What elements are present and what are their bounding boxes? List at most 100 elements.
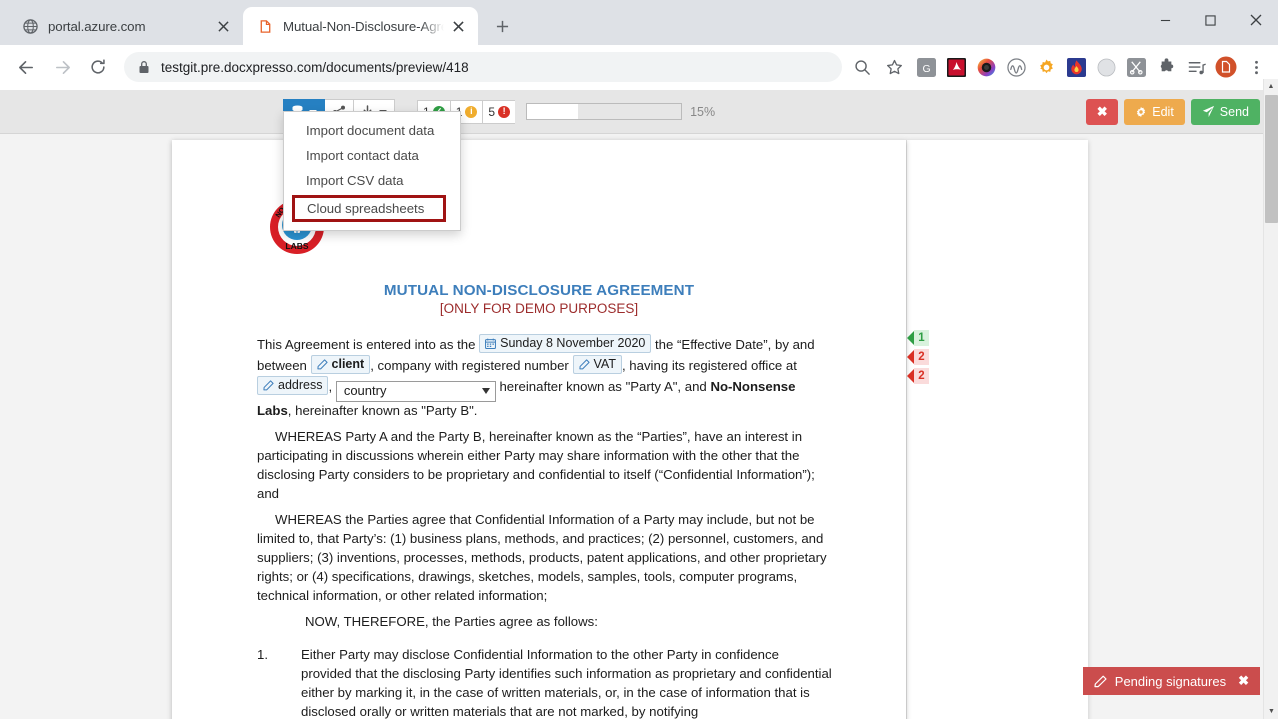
minimize-button[interactable] <box>1143 0 1188 40</box>
tab-title: Mutual-Non-Disclosure-Agreeme <box>283 18 444 34</box>
arrow-left-icon <box>907 369 914 383</box>
toolbar-right-group: ✖ Edit Send <box>1086 98 1260 125</box>
margin-annotations-pane <box>906 140 1088 719</box>
browser-window: portal.azure.com Mutual-Non-Disclosure-A… <box>0 0 1278 719</box>
clause-text: Either Party may disclose Confidential I… <box>301 647 832 719</box>
annotation-marker[interactable]: 2 <box>907 349 929 365</box>
intro-text-4: , having its registered office at <box>621 357 797 373</box>
omnibox-actions <box>848 53 908 81</box>
browser-toolbar: testgit.pre.docxpresso.com/documents/pre… <box>0 45 1278 90</box>
menu-item-import-csv-data[interactable]: Import CSV data <box>284 168 460 193</box>
forward-button[interactable] <box>44 49 80 85</box>
scrollbar-thumb[interactable] <box>1265 95 1278 223</box>
tab-strip: portal.azure.com Mutual-Non-Disclosure-A… <box>0 0 1278 45</box>
arrow-left-icon <box>907 350 914 364</box>
close-icon[interactable] <box>448 16 468 36</box>
browser-tab-1[interactable]: portal.azure.com <box>8 7 243 45</box>
intro-text-6: hereinafter known as "Party A", and <box>495 378 711 394</box>
close-icon[interactable]: ✖ <box>1238 673 1249 689</box>
paragraph-now-therefore: NOW, THEREFORE, the Parties agree as fol… <box>305 614 598 630</box>
status-badge[interactable]: 5 ! <box>482 99 516 124</box>
menu-item-import-contact-data[interactable]: Import contact data <box>284 143 460 168</box>
intro-text-3: , company with registered number <box>370 357 573 373</box>
app-toolbar: 1 ✓ 1 i 5 ! 15% ✖ E <box>0 90 1278 134</box>
globe-icon <box>22 18 39 35</box>
maximize-button[interactable] <box>1188 0 1233 40</box>
three-dot-menu-icon[interactable] <box>1242 53 1270 81</box>
completion-progress-bar <box>526 103 683 120</box>
reload-button[interactable] <box>80 49 116 85</box>
import-data-dropdown-menu: Import document data Import contact data… <box>283 111 461 231</box>
address-field[interactable]: address <box>257 375 329 395</box>
client-field[interactable]: client <box>310 354 371 374</box>
x-icon: ✖ <box>1096 103 1108 119</box>
menu-item-import-document-data[interactable]: Import document data <box>284 118 460 143</box>
back-button[interactable] <box>8 49 44 85</box>
gear-icon <box>1135 106 1147 118</box>
new-tab-button[interactable] <box>488 12 516 40</box>
edit-button[interactable]: Edit <box>1124 98 1185 125</box>
edit-label: Edit <box>1152 104 1174 119</box>
grammar-extension-icon[interactable]: G <box>912 53 940 81</box>
browser-tab-2[interactable]: Mutual-Non-Disclosure-Agreeme <box>243 7 478 45</box>
progress-fill <box>527 104 578 119</box>
page-scrollbar[interactable]: ▲ ▼ <box>1263 79 1278 719</box>
client-value: client <box>331 356 365 371</box>
pending-signatures-banner[interactable]: Pending signatures ✖ <box>1082 667 1260 695</box>
chevron-down-icon <box>481 388 490 394</box>
close-icon[interactable] <box>213 16 233 36</box>
puzzle-extension-icon[interactable] <box>1152 53 1180 81</box>
country-select[interactable]: country <box>335 380 496 402</box>
svg-text:G: G <box>922 63 930 74</box>
scroll-down-arrow-icon[interactable]: ▼ <box>1264 704 1278 719</box>
edit-pencil-icon <box>1094 675 1107 688</box>
country-selected-value: country <box>343 382 387 398</box>
window-controls <box>1143 0 1278 40</box>
arrow-left-icon <box>907 331 914 345</box>
playlist-extension-icon[interactable] <box>1182 53 1210 81</box>
lock-icon <box>138 60 150 74</box>
menu-item-cloud-spreadsheets[interactable]: Cloud spreadsheets <box>292 195 446 222</box>
address-value: address <box>278 377 323 392</box>
effective-date-field[interactable]: Sunday 8 November 2020 <box>479 334 652 353</box>
marker-count: 1 <box>914 330 929 346</box>
send-button[interactable]: Send <box>1190 98 1260 125</box>
scissors-extension-icon[interactable] <box>1122 53 1150 81</box>
circle-extension-icon[interactable] <box>1092 53 1120 81</box>
edit-pencil-icon <box>263 380 274 391</box>
alert-circle-icon: ! <box>498 105 511 118</box>
pdf-extension-icon[interactable] <box>942 53 970 81</box>
edit-pencil-icon <box>316 359 328 370</box>
status-count: 5 <box>488 104 496 119</box>
paragraph-whereas-2: WHEREAS the Parties agree that Confident… <box>257 512 827 603</box>
marker-count: 2 <box>914 368 929 384</box>
intro-text-1: This Agreement is entered into as the <box>257 337 480 352</box>
search-icon[interactable] <box>848 53 876 81</box>
clause-number: 1. <box>257 647 268 663</box>
url-text: testgit.pre.docxpresso.com/documents/pre… <box>161 59 469 75</box>
address-bar[interactable]: testgit.pre.docxpresso.com/documents/pre… <box>124 52 842 82</box>
fire-extension-icon[interactable] <box>1062 53 1090 81</box>
document-body: This Agreement is entered into as the Su… <box>172 316 906 719</box>
gear-extension-icon[interactable] <box>1032 53 1060 81</box>
page-subtitle: [ONLY FOR DEMO PURPOSES] <box>439 301 639 316</box>
close-window-button[interactable] <box>1233 0 1278 40</box>
document-viewport: LABS NO-N MUTUAL NON-DISCLOSURE AGREEMEN… <box>0 134 1278 719</box>
pending-signatures-label: Pending signatures <box>1114 673 1227 689</box>
edit-pencil-icon <box>578 359 590 370</box>
wave-extension-icon[interactable] <box>1002 53 1030 81</box>
annotation-marker[interactable]: 2 <box>907 368 929 384</box>
profile-avatar[interactable] <box>1212 53 1240 81</box>
cancel-button[interactable]: ✖ <box>1086 98 1119 125</box>
intro-text-7: , hereinafter known as "Party B". <box>287 402 478 418</box>
scroll-up-arrow-icon[interactable]: ▲ <box>1264 79 1278 94</box>
vat-field[interactable]: VAT <box>572 354 622 374</box>
info-circle-icon: i <box>465 105 478 118</box>
svg-text:LABS: LABS <box>285 241 308 251</box>
date-value: Sunday 8 November 2020 <box>500 336 646 350</box>
camera-extension-icon[interactable] <box>972 53 1000 81</box>
star-icon[interactable] <box>880 53 908 81</box>
annotation-markers: 1 2 2 <box>907 330 929 387</box>
annotation-marker[interactable]: 1 <box>907 330 929 346</box>
document-icon <box>257 18 274 35</box>
